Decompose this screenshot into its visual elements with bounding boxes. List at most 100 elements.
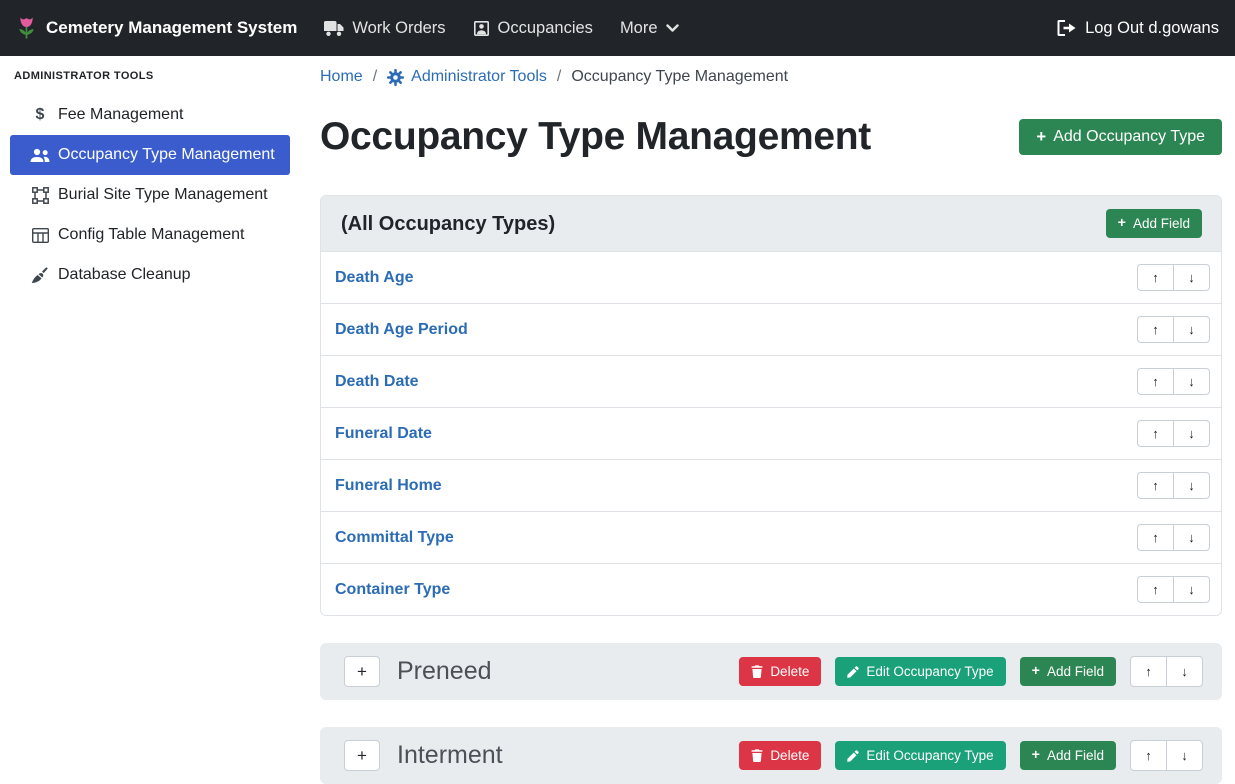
arrow-down-icon: ↓ (1188, 478, 1195, 493)
move-down-button[interactable]: ↓ (1173, 576, 1210, 603)
move-down-button[interactable]: ↓ (1173, 420, 1210, 447)
section-actions: Delete Edit Occupancy Type + A (739, 656, 1203, 687)
field-row: Funeral Date ↑ ↓ (321, 407, 1221, 459)
add-field-button[interactable]: + Add Field (1106, 209, 1202, 238)
reorder-group: ↑ ↓ (1137, 524, 1210, 551)
tulip-logo-icon (16, 15, 37, 41)
plus-icon: + (1036, 129, 1046, 146)
expand-button[interactable]: + (344, 740, 380, 771)
delete-button[interactable]: Delete (739, 741, 821, 770)
arrow-up-icon: ↑ (1152, 270, 1159, 285)
arrow-down-icon: ↓ (1188, 582, 1195, 597)
plus-icon: + (1032, 664, 1040, 678)
reorder-group: ↑ ↓ (1137, 472, 1210, 499)
field-link-container-type[interactable]: Container Type (335, 579, 450, 601)
reorder-group: ↑ ↓ (1137, 420, 1210, 447)
card-header: (All Occupancy Types) + Add Field (321, 196, 1221, 251)
delete-button[interactable]: Delete (739, 657, 821, 686)
edit-label: Edit Occupancy Type (866, 664, 993, 679)
field-row: Death Age Period ↑ ↓ (321, 303, 1221, 355)
sidebar-item-config-table-management[interactable]: Config Table Management (10, 215, 290, 255)
field-row: Committal Type ↑ ↓ (321, 511, 1221, 563)
add-occupancy-type-button[interactable]: + Add Occupancy Type (1019, 119, 1222, 155)
move-down-button[interactable]: ↓ (1173, 524, 1210, 551)
arrow-down-icon: ↓ (1188, 530, 1195, 545)
logout-button[interactable]: Log Out d.gowans (1057, 19, 1219, 38)
trash-icon (751, 749, 763, 762)
field-row: Funeral Home ↑ ↓ (321, 459, 1221, 511)
nav-more[interactable]: More (620, 19, 679, 38)
logout-icon (1057, 20, 1076, 36)
page-shell: ADMINISTRATOR TOOLS $ Fee Management (0, 56, 1235, 738)
arrow-up-icon: ↑ (1145, 748, 1152, 763)
arrow-down-icon: ↓ (1188, 322, 1195, 337)
move-up-button[interactable]: ↑ (1130, 656, 1167, 687)
add-field-label: Add Field (1047, 748, 1104, 763)
nav-more-label: More (620, 19, 658, 38)
edit-occupancy-type-button[interactable]: Edit Occupancy Type (835, 741, 1005, 770)
main-content: Home / Administrator Tools (300, 56, 1235, 738)
arrow-up-icon: ↑ (1152, 426, 1159, 441)
move-up-button[interactable]: ↑ (1137, 264, 1174, 291)
breadcrumb-admin-tools-link[interactable]: Administrator Tools (387, 68, 547, 86)
arrow-down-icon: ↓ (1181, 664, 1188, 679)
arrow-up-icon: ↑ (1152, 478, 1159, 493)
sidebar-item-label: Database Cleanup (58, 266, 191, 284)
occupancy-type-title: Interment (397, 740, 739, 771)
occupancy-type-section-preneed: + Preneed Delete (320, 643, 1222, 700)
chevron-down-icon (666, 24, 679, 33)
dollar-icon: $ (30, 106, 50, 124)
app-root: Cemetery Management System Work Orders (0, 0, 1235, 738)
sidebar-item-database-cleanup[interactable]: Database Cleanup (10, 255, 290, 295)
add-field-button[interactable]: + Add Field (1020, 657, 1116, 686)
reorder-group: ↑ ↓ (1137, 316, 1210, 343)
move-up-button[interactable]: ↑ (1137, 420, 1174, 447)
field-link-death-age[interactable]: Death Age (335, 267, 414, 289)
arrow-up-icon: ↑ (1152, 322, 1159, 337)
field-link-funeral-date[interactable]: Funeral Date (335, 423, 432, 445)
move-up-button[interactable]: ↑ (1137, 368, 1174, 395)
nav-occupancies[interactable]: Occupancies (473, 19, 593, 38)
move-down-button[interactable]: ↓ (1173, 368, 1210, 395)
field-row: Container Type ↑ ↓ (321, 563, 1221, 615)
all-occupancy-types-card: (All Occupancy Types) + Add Field Death … (320, 195, 1222, 616)
table-icon (30, 228, 50, 243)
reorder-group: ↑ ↓ (1137, 264, 1210, 291)
sidebar-item-fee-management[interactable]: $ Fee Management (10, 95, 290, 135)
move-down-button[interactable]: ↓ (1173, 264, 1210, 291)
field-link-funeral-home[interactable]: Funeral Home (335, 475, 442, 497)
add-field-label: Add Field (1133, 216, 1190, 231)
field-link-death-date[interactable]: Death Date (335, 371, 419, 393)
arrow-down-icon: ↓ (1188, 374, 1195, 389)
occupancy-type-section-interment: + Interment Delete (320, 727, 1222, 784)
move-down-button[interactable]: ↓ (1173, 316, 1210, 343)
move-up-button[interactable]: ↑ (1137, 576, 1174, 603)
move-down-button[interactable]: ↓ (1173, 472, 1210, 499)
nav-work-orders[interactable]: Work Orders (324, 19, 445, 38)
field-link-death-age-period[interactable]: Death Age Period (335, 319, 468, 341)
field-row: Death Date ↑ ↓ (321, 355, 1221, 407)
move-up-button[interactable]: ↑ (1137, 472, 1174, 499)
expand-button[interactable]: + (344, 656, 380, 687)
sidebar: ADMINISTRATOR TOOLS $ Fee Management (0, 56, 300, 738)
sidebar-item-burial-site-type-management[interactable]: Burial Site Type Management (10, 175, 290, 215)
move-up-button[interactable]: ↑ (1137, 316, 1174, 343)
sidebar-item-occupancy-type-management[interactable]: Occupancy Type Management (10, 135, 290, 175)
field-row: Death Age ↑ ↓ (321, 251, 1221, 303)
move-down-button[interactable]: ↓ (1166, 740, 1203, 771)
move-up-button[interactable]: ↑ (1137, 524, 1174, 551)
move-down-button[interactable]: ↓ (1166, 656, 1203, 687)
sidebar-item-label: Fee Management (58, 106, 183, 124)
add-field-button[interactable]: + Add Field (1020, 741, 1116, 770)
sidebar-item-label: Burial Site Type Management (58, 186, 268, 204)
reorder-group: ↑ ↓ (1137, 368, 1210, 395)
brand-link[interactable]: Cemetery Management System (16, 15, 297, 41)
edit-occupancy-type-button[interactable]: Edit Occupancy Type (835, 657, 1005, 686)
gear-icon (387, 69, 404, 86)
nav-work-orders-label: Work Orders (352, 19, 445, 38)
field-link-committal-type[interactable]: Committal Type (335, 527, 454, 549)
breadcrumb-home-link[interactable]: Home (320, 68, 363, 86)
move-up-button[interactable]: ↑ (1130, 740, 1167, 771)
title-row: Occupancy Type Management + Add Occupanc… (320, 112, 1222, 162)
reorder-group: ↑ ↓ (1130, 656, 1203, 687)
